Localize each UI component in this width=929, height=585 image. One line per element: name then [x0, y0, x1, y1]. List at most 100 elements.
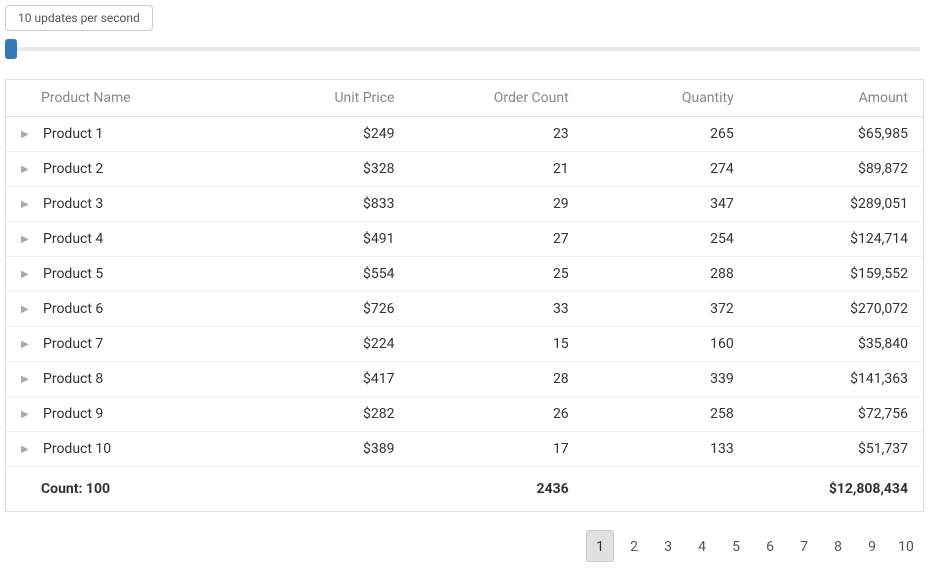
- table-row: ▶ Product 7 $22415160$35,840: [6, 327, 923, 362]
- product-name-text: Product 6: [43, 301, 103, 317]
- product-name-text: Product 3: [43, 196, 103, 212]
- col-header-unit-price[interactable]: Unit Price: [244, 80, 409, 117]
- cell-order-count: 33: [409, 292, 583, 327]
- product-name-text: Product 9: [43, 406, 103, 422]
- expand-icon[interactable]: ▶: [21, 374, 33, 385]
- table-row: ▶Product 1$24923265$65,985: [6, 117, 923, 152]
- cell-amount: $289,051: [749, 187, 923, 222]
- col-header-quantity[interactable]: Quantity: [584, 80, 749, 117]
- cell-quantity: 160: [584, 327, 749, 362]
- cell-unit-price: $249: [244, 117, 409, 152]
- page-button-4[interactable]: 4: [688, 531, 716, 563]
- cell-amount: $89,872: [749, 152, 923, 187]
- expand-icon[interactable]: ▶: [21, 409, 33, 420]
- expand-icon[interactable]: ▶: [21, 304, 33, 315]
- table-row: ▶Product 6$72633372$270,072: [6, 292, 923, 327]
- page-button-3[interactable]: 3: [654, 531, 682, 563]
- expand-icon[interactable]: ▶: [21, 339, 33, 350]
- cell-order-count: 28: [409, 362, 583, 397]
- cell-order-count: 26: [409, 397, 583, 432]
- footer-quantity: [584, 467, 749, 512]
- expand-icon[interactable]: ▶: [21, 269, 33, 280]
- cell-order-count: 21: [409, 152, 583, 187]
- slider-track: [9, 47, 920, 51]
- page-button-8[interactable]: 8: [824, 531, 852, 563]
- cell-amount: $270,072: [749, 292, 923, 327]
- col-header-amount[interactable]: Amount: [749, 80, 923, 117]
- cell-quantity: 347: [584, 187, 749, 222]
- page-button-1[interactable]: 1: [586, 530, 614, 562]
- cell-amount: $124,714: [749, 222, 923, 257]
- cell-quantity: 254: [584, 222, 749, 257]
- cell-amount: $72,756: [749, 397, 923, 432]
- table-row: ▶ Product 8 $41728339$141,363: [6, 362, 923, 397]
- table-row: ▶ Product 4 $49127254$124,714: [6, 222, 923, 257]
- product-name-text: Product 4: [43, 231, 103, 247]
- page-button-10[interactable]: 10: [892, 531, 920, 563]
- product-name-text: Product 8: [43, 371, 103, 387]
- cell-amount: $35,840: [749, 327, 923, 362]
- header-row: Product Name Unit Price Order Count Quan…: [6, 80, 923, 117]
- cell-order-count: 15: [409, 327, 583, 362]
- cell-amount: $65,985: [749, 117, 923, 152]
- cell-unit-price: $491: [244, 222, 409, 257]
- cell-unit-price: $328: [244, 152, 409, 187]
- cell-product-name: ▶ Product 5: [6, 257, 244, 292]
- cell-amount: $141,363: [749, 362, 923, 397]
- cell-quantity: 288: [584, 257, 749, 292]
- page-button-2[interactable]: 2: [620, 531, 648, 563]
- expand-icon[interactable]: ▶: [21, 199, 33, 210]
- product-name-text: Product 10: [43, 441, 111, 457]
- cell-order-count: 27: [409, 222, 583, 257]
- expand-icon[interactable]: ▶: [21, 129, 33, 140]
- cell-product-name: ▶ Product 2: [6, 152, 244, 187]
- cell-quantity: 258: [584, 397, 749, 432]
- col-header-product-name[interactable]: Product Name: [6, 80, 244, 117]
- data-grid: Product Name Unit Price Order Count Quan…: [5, 79, 924, 512]
- cell-amount: $51,737: [749, 432, 923, 467]
- cell-product-name: ▶ Product 10: [6, 432, 244, 467]
- cell-amount: $159,552: [749, 257, 923, 292]
- cell-product-name: ▶ Product 6: [6, 292, 244, 327]
- cell-unit-price: $417: [244, 362, 409, 397]
- footer-order-count-total: 2436: [409, 467, 583, 512]
- cell-order-count: 17: [409, 432, 583, 467]
- pager: 12345678910: [5, 530, 924, 563]
- cell-product-name: ▶ Product 3: [6, 187, 244, 222]
- cell-product-name: ▶ Product 7: [6, 327, 244, 362]
- col-header-order-count[interactable]: Order Count: [409, 80, 583, 117]
- product-name-text: Product 2: [43, 161, 103, 177]
- page-button-5[interactable]: 5: [722, 531, 750, 563]
- page-button-9[interactable]: 9: [858, 531, 886, 563]
- expand-icon[interactable]: ▶: [21, 234, 33, 245]
- product-name-text: Product 7: [43, 336, 103, 352]
- expand-icon[interactable]: ▶: [21, 444, 33, 455]
- cell-unit-price: $833: [244, 187, 409, 222]
- slider-tooltip: 10 updates per second: [5, 5, 153, 31]
- cell-product-name: ▶ Product 4: [6, 222, 244, 257]
- cell-quantity: 274: [584, 152, 749, 187]
- cell-unit-price: $224: [244, 327, 409, 362]
- cell-quantity: 339: [584, 362, 749, 397]
- update-rate-slider[interactable]: [5, 37, 924, 59]
- cell-unit-price: $554: [244, 257, 409, 292]
- product-name-text: Product 5: [43, 266, 103, 282]
- cell-quantity: 133: [584, 432, 749, 467]
- product-name-text: Product 1: [43, 126, 103, 142]
- cell-product-name: ▶ Product 9: [6, 397, 244, 432]
- footer-unit-price: [244, 467, 409, 512]
- page-button-6[interactable]: 6: [756, 531, 784, 563]
- cell-order-count: 25: [409, 257, 583, 292]
- table-row: ▶ Product 10 $38917133$51,737: [6, 432, 923, 467]
- table-row: ▶ Product 3 $83329347$289,051: [6, 187, 923, 222]
- table-row: ▶Product 9$28226258$72,756: [6, 397, 923, 432]
- cell-unit-price: $389: [244, 432, 409, 467]
- expand-icon[interactable]: ▶: [21, 164, 33, 175]
- cell-order-count: 29: [409, 187, 583, 222]
- slider-thumb[interactable]: [5, 39, 17, 59]
- table-row: ▶ Product 5 $55425288$159,552: [6, 257, 923, 292]
- footer-row: Count: 100 2436 $12,808,434: [6, 467, 923, 512]
- footer-count: Count: 100: [6, 467, 244, 512]
- page-button-7[interactable]: 7: [790, 531, 818, 563]
- footer-amount-total: $12,808,434: [749, 467, 923, 512]
